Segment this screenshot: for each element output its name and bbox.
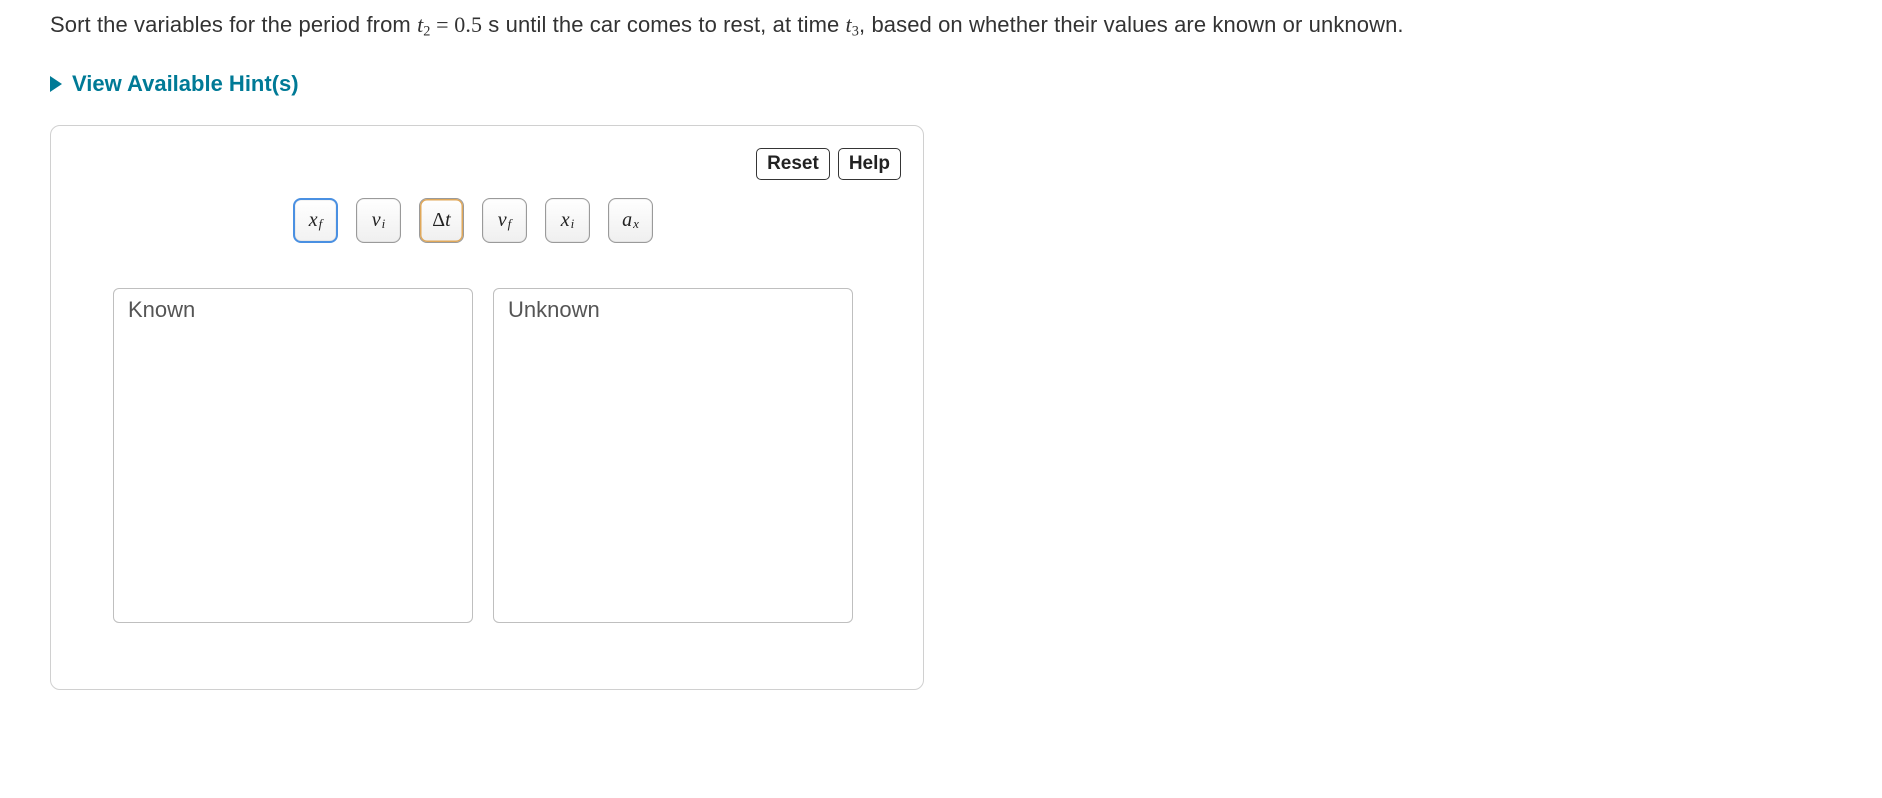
chip-xf[interactable]: xf — [293, 198, 338, 243]
chip-dt-delta: Δ — [432, 209, 445, 232]
bin-known[interactable]: Known — [113, 288, 473, 623]
chip-vf-sub: f — [508, 216, 512, 232]
bin-unknown-label: Unknown — [494, 289, 852, 331]
chip-ax-sub: x — [633, 216, 639, 232]
triangle-right-icon — [50, 76, 62, 92]
sorting-panel: Reset Help xf vi Δt vf xi ax — [50, 125, 924, 690]
instruction-text: Sort the variables for the period from t… — [50, 12, 1832, 41]
chip-vi-sub: i — [382, 216, 386, 232]
instr-post: , based on whether their values are know… — [859, 12, 1404, 37]
instr-mid1: s until the car comes to rest, at time — [482, 12, 845, 37]
bin-known-label: Known — [114, 289, 472, 331]
chip-vi-main: v — [372, 209, 381, 232]
chip-ax[interactable]: ax — [608, 198, 653, 243]
panel-toolbar: Reset Help — [756, 148, 901, 180]
chip-delta-t[interactable]: Δt — [419, 198, 464, 243]
chip-xi-main: x — [561, 209, 570, 232]
chip-xi-sub: i — [571, 216, 575, 232]
t2-val: 0.5 — [454, 12, 482, 37]
help-button[interactable]: Help — [838, 148, 901, 180]
hints-label: View Available Hint(s) — [72, 71, 299, 97]
chip-vf-main: v — [498, 209, 507, 232]
t3-sub: 3 — [852, 24, 859, 40]
instr-pre: Sort the variables for the period from — [50, 12, 417, 37]
chip-xi[interactable]: xi — [545, 198, 590, 243]
chip-xf-main: x — [309, 209, 318, 232]
chip-ax-main: a — [622, 209, 632, 232]
t2-sub: 2 — [423, 24, 430, 40]
instr-eq: = — [431, 12, 455, 37]
view-hints-toggle[interactable]: View Available Hint(s) — [50, 71, 299, 97]
drop-bins: Known Unknown — [113, 288, 853, 623]
chip-dt-main: t — [445, 209, 451, 232]
bin-unknown[interactable]: Unknown — [493, 288, 853, 623]
chip-xf-sub: f — [319, 216, 323, 232]
draggable-chips-row: xf vi Δt vf xi ax — [293, 198, 653, 243]
chip-vf[interactable]: vf — [482, 198, 527, 243]
chip-vi[interactable]: vi — [356, 198, 401, 243]
reset-button[interactable]: Reset — [756, 148, 830, 180]
